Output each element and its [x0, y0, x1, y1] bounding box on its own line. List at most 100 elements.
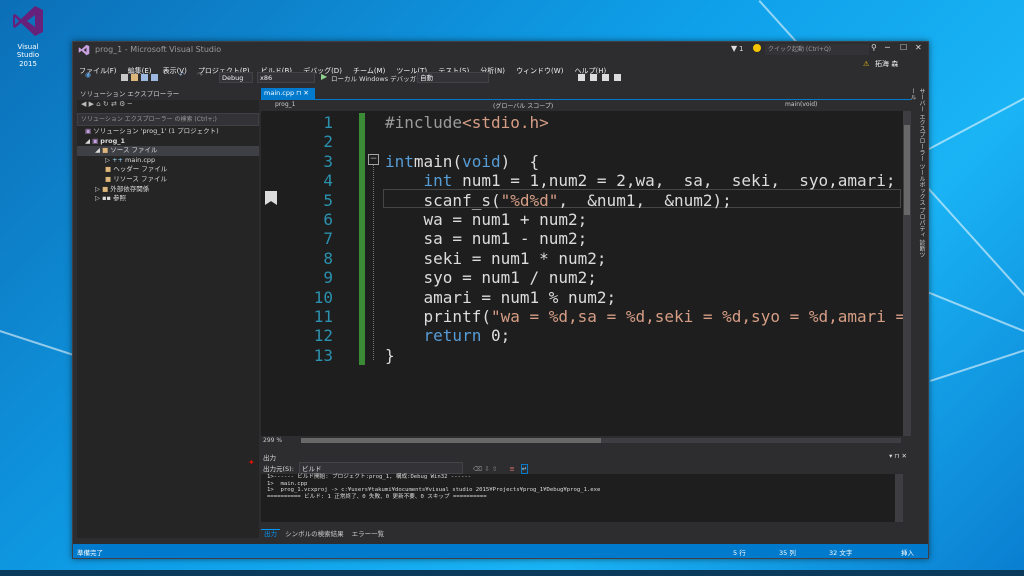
undo-icon[interactable]: ↶	[179, 71, 186, 79]
line-number: 10	[313, 287, 333, 307]
tab-output[interactable]: 出力	[261, 529, 280, 538]
line-source: seki = num1 * num2;	[423, 248, 607, 268]
debug-target-select[interactable]: 自動	[417, 72, 489, 83]
quick-launch-input[interactable]: クイック起動 (Ctrl+Q)	[765, 44, 869, 55]
user-name[interactable]: 拓海 森	[875, 58, 898, 71]
notification-count[interactable]: 1	[739, 45, 743, 53]
horizontal-scrollbar[interactable]	[301, 438, 901, 443]
code-line[interactable]: 8 seki = num1 * num2;	[261, 249, 903, 268]
line-number: 8	[323, 248, 333, 268]
line-number: 12	[313, 326, 333, 346]
save-all-icon[interactable]	[151, 74, 158, 81]
start-debug-button[interactable]: ローカル Windows デバッガー	[331, 73, 423, 83]
tree-item-references[interactable]: ▷ ▪▪ 参照	[77, 194, 259, 204]
menu-bar: ファイル(F) 編集(E) 表示(V) プロジェクト(P) ビルド(B) デバッ…	[73, 58, 928, 75]
minimize-button[interactable]: ─	[885, 43, 890, 52]
status-mode: 挿入	[901, 549, 914, 557]
redo-icon[interactable]: ↷	[197, 71, 204, 79]
tree-item-source-files[interactable]: ◢ ■ ソース ファイル	[77, 146, 259, 156]
tab-error-list[interactable]: エラー一覧	[349, 530, 388, 538]
tree-item-project[interactable]: ◢ ▣ prog_1	[77, 137, 259, 147]
code-line[interactable]: 7 sa = num1 - num2;	[261, 229, 903, 248]
editor-vertical-scrollbar[interactable]	[903, 111, 911, 436]
filter-icon[interactable]: ▼	[731, 44, 737, 53]
close-button[interactable]: ✕	[915, 43, 922, 52]
window-title: prog_1 - Microsoft Visual Studio	[95, 45, 222, 54]
tree-item-label: prog_1	[100, 136, 126, 145]
code-line[interactable]: 2	[261, 132, 903, 151]
tab-main-cpp[interactable]: main.cpp ⊓ ✕	[261, 88, 315, 99]
solution-tree: ▣ ソリューション 'prog_1' (1 プロジェクト) ◢ ▣ prog_1…	[77, 127, 259, 204]
warning-icon[interactable]: ⚠	[863, 58, 869, 71]
clear-all-icon[interactable]: ⌫ ⇩ ⇧	[473, 465, 497, 473]
solution-search-input[interactable]: ソリューション エクスプローラー の検索 (Ctrl+;)	[77, 113, 259, 126]
solution-icon: ▣	[85, 127, 94, 135]
code-line[interactable]: 5 scanf_s("%d%d", &num1, &num2);	[261, 191, 903, 210]
code-line[interactable]: 11 printf("wa = %d,sa = %d,seki = %d,syo…	[261, 307, 903, 326]
code-line[interactable]: 1 #include<stdio.h>	[261, 113, 903, 132]
tree-item-main-cpp[interactable]: ▷ ++ main.cpp	[77, 156, 259, 166]
line-source: scanf_s("%d%d", &num1, &num2);	[423, 190, 732, 210]
red-marker-icon: ✦	[248, 458, 255, 467]
code-line[interactable]: 10 amari = num1 % num2;	[261, 288, 903, 307]
title-bar: prog_1 - Microsoft Visual Studio ▼ 1 クイッ…	[73, 42, 928, 58]
output-scrollbar[interactable]	[895, 474, 903, 522]
status-bar: 準備完了 5 行 35 列 32 文字 挿入	[73, 544, 928, 558]
solution-explorer-toolbar: ◀ ▶ ⌂ ↻ ⇄ ⚙ ─	[81, 100, 132, 108]
bookmark-clear-icon[interactable]	[614, 74, 621, 81]
line-source: }	[385, 345, 395, 365]
scroll-thumb[interactable]	[904, 125, 910, 215]
start-debug-icon[interactable]: ▶	[321, 72, 327, 81]
desktop-vs-shortcut[interactable]: Visual Studio 2015	[6, 4, 50, 68]
taskbar	[0, 570, 1024, 576]
output-source-select[interactable]: ビルド	[298, 462, 463, 474]
output-panel-controls[interactable]: ▾ ⊓ ✕	[889, 452, 907, 460]
code-line[interactable]: 3 intmain(void) {	[261, 152, 903, 171]
back-icon[interactable]: ◉	[85, 71, 92, 79]
open-file-icon[interactable]	[131, 74, 138, 81]
line-number: 11	[313, 307, 333, 326]
platform-select[interactable]: x86	[257, 72, 315, 83]
tree-item-external-deps[interactable]: ▷ ■ 外部依存関係	[77, 185, 259, 195]
config-select[interactable]: Debug	[219, 72, 253, 83]
zoom-level[interactable]: 299 %	[263, 437, 282, 444]
code-line[interactable]: 12 return 0;	[261, 326, 903, 345]
nav-func-select[interactable]: main(void)	[785, 101, 817, 108]
bookmark-prev-icon[interactable]	[590, 74, 597, 81]
tree-item-label: 参照	[112, 194, 126, 203]
nav-scope-select[interactable]: (グローバル スコープ)	[493, 101, 553, 110]
toggle-wrap-icon[interactable]: ↵	[520, 464, 529, 474]
line-source: #include<stdio.h>	[385, 113, 549, 132]
bottom-tool-tabs: 出力 シンボルの検索結果 エラー一覧	[261, 528, 911, 538]
tree-item-solution[interactable]: ▣ ソリューション 'prog_1' (1 プロジェクト)	[77, 127, 259, 137]
bookmark-next-icon[interactable]	[602, 74, 609, 81]
maximize-button[interactable]: ☐	[900, 43, 907, 52]
save-icon[interactable]	[141, 74, 148, 81]
tab-symbol-results[interactable]: シンボルの検索結果	[282, 530, 347, 538]
pin-icon[interactable]: ⊓	[296, 89, 301, 97]
code-editor[interactable]: − 1 #include<stdio.h> 2 3 intmain(void) {4 i…	[261, 111, 903, 436]
line-number: 3	[323, 151, 333, 171]
bookmark-toolbar-icon[interactable]	[578, 74, 585, 81]
nav-project-select[interactable]: prog_1	[275, 101, 295, 108]
code-line[interactable]: 9 syo = num1 / num2;	[261, 268, 903, 287]
tree-item-header-files[interactable]: ■ ヘッダー ファイル	[77, 165, 259, 175]
word-wrap-icon[interactable]: ≡	[509, 465, 514, 473]
vs-window: prog_1 - Microsoft Visual Studio ▼ 1 クイッ…	[72, 41, 929, 559]
editor-tab-strip: main.cpp ⊓ ✕	[261, 88, 911, 100]
new-project-icon[interactable]	[121, 74, 128, 81]
line-source: printf("wa = %d,sa = %d,seki = %d,syo = …	[423, 307, 903, 326]
line-number: 2	[323, 132, 333, 152]
tree-item-resource-files[interactable]: ■ リソース ファイル	[77, 175, 259, 185]
tab-close-icon[interactable]: ✕	[303, 89, 308, 97]
output-text[interactable]: 1>------ ビルド開始: プロジェクト:prog_1, 構成:Debug …	[261, 474, 903, 522]
code-line[interactable]: 13}	[261, 346, 903, 365]
search-icon[interactable]: ⚲	[871, 43, 877, 52]
code-line[interactable]: 6 wa = num1 + num2;	[261, 210, 903, 229]
right-side-tool-tabs[interactable]: サーバー エクスプローラー ツールボックス プロパティ 診断ツール	[909, 88, 926, 258]
solution-explorer: ソリューション エクスプローラー ◀ ▶ ⌂ ↻ ⇄ ⚙ ─ ソリューション エ…	[77, 88, 259, 538]
cpp-file-icon: ++	[112, 155, 126, 164]
tree-item-label: ヘッダー ファイル	[113, 165, 168, 174]
feedback-icon[interactable]	[753, 44, 761, 52]
code-line[interactable]: 4 int num1 = 1,num2 = 2,wa, sa, seki, sy…	[261, 171, 903, 190]
